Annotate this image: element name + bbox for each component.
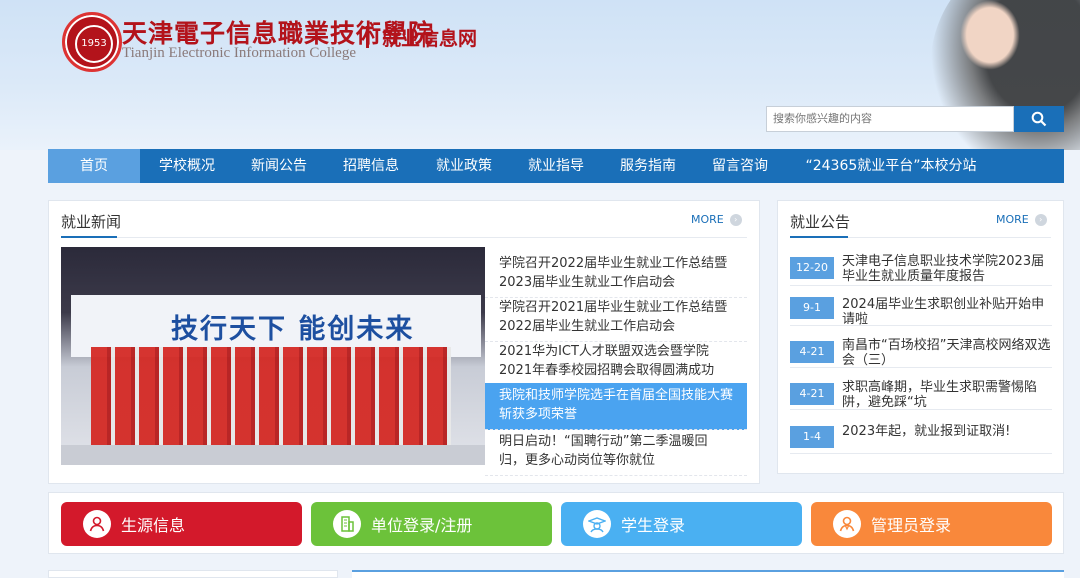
announcement-date: 1-4 bbox=[790, 426, 834, 448]
main-nav: 首页 学校概况 新闻公告 招聘信息 就业政策 就业指导 服务指南 留言咨询 “2… bbox=[48, 149, 1064, 183]
nav-recruitment[interactable]: 招聘信息 bbox=[324, 149, 418, 183]
student-source-icon bbox=[83, 510, 111, 538]
announcement-item[interactable]: 1-4 2023年起，就业报到证取消! bbox=[790, 415, 1052, 454]
search-bar bbox=[766, 106, 1064, 132]
nav-guidance[interactable]: 就业指导 bbox=[510, 149, 602, 183]
employer-login-button[interactable]: 单位登录/注册 bbox=[311, 502, 552, 546]
admin-login-button[interactable]: 管理员登录 bbox=[811, 502, 1052, 546]
bottom-panel-right bbox=[352, 570, 1064, 578]
logo-year: 1953 bbox=[75, 25, 113, 63]
bottom-panel-left bbox=[48, 570, 338, 578]
photo-banner-text: 技行天下 能创未来 bbox=[171, 314, 415, 345]
news-item[interactable]: 学院召开2022届毕业生就业工作总结暨2023届毕业生就业工作启动会 bbox=[485, 251, 747, 298]
announcement-item[interactable]: 12-20 天津电子信息职业技术学院2023届毕业生就业质量年度报告 bbox=[790, 247, 1052, 286]
announcement-panel-title: 就业公告 bbox=[790, 213, 851, 231]
announcement-more-link[interactable]: MORE › bbox=[996, 213, 1047, 226]
news-item[interactable]: 明日启动！“国聘行动”第二季温暖回归，更多心动岗位等你就位 bbox=[485, 429, 747, 476]
announcement-item[interactable]: 4-21 南昌市“百场校招”天津高校网络双选会（三） bbox=[790, 329, 1052, 368]
news-panel: 就业新闻 MORE › 技行天下 能创未来 学院召开2022届毕业生就业工作总结… bbox=[48, 200, 760, 484]
chevron-right-icon: › bbox=[1034, 213, 1047, 226]
nav-policy[interactable]: 就业政策 bbox=[418, 149, 510, 183]
announcement-text: 2024届毕业生求职创业补贴开始申请啦 bbox=[842, 297, 1045, 327]
announcement-text: 求职高峰期，毕业生求职需警惕陷阱，避免踩“坑 bbox=[842, 380, 1038, 410]
student-source-button[interactable]: 生源信息 bbox=[61, 502, 302, 546]
nav-service-guide[interactable]: 服务指南 bbox=[602, 149, 694, 183]
news-item[interactable]: 学院召开2021届毕业生就业工作总结暨2022届毕业生就业工作启动会 bbox=[485, 295, 747, 342]
college-logo[interactable]: 1953 bbox=[62, 12, 122, 72]
announcement-date: 9-1 bbox=[790, 297, 834, 319]
chevron-right-icon: › bbox=[729, 213, 742, 226]
search-input[interactable] bbox=[766, 106, 1014, 132]
news-more-link[interactable]: MORE › bbox=[691, 213, 742, 226]
announcement-item[interactable]: 9-1 2024届毕业生求职创业补贴开始申请啦 bbox=[790, 287, 1052, 327]
announcement-date: 4-21 bbox=[790, 341, 834, 363]
college-name-en: Tianjin Electronic Information College bbox=[122, 45, 356, 61]
nav-home[interactable]: 首页 bbox=[48, 149, 140, 183]
title-divider bbox=[366, 26, 369, 48]
student-login-button[interactable]: 学生登录 bbox=[561, 502, 802, 546]
announcement-date: 4-21 bbox=[790, 383, 834, 405]
nav-24365-platform[interactable]: “24365就业平台”本校分站 bbox=[786, 149, 996, 183]
graduate-icon bbox=[583, 510, 611, 538]
nav-news[interactable]: 新闻公告 bbox=[234, 149, 324, 183]
announcement-item[interactable]: 4-21 求职高峰期，毕业生求职需警惕陷阱，避免踩“坑 bbox=[790, 371, 1052, 410]
announcement-text: 南昌市“百场校招”天津高校网络双选会（三） bbox=[842, 338, 1051, 368]
search-icon bbox=[1031, 111, 1047, 127]
news-panel-title: 就业新闻 bbox=[61, 213, 122, 231]
nav-school-overview[interactable]: 学校概况 bbox=[140, 149, 234, 183]
quick-login-bar: 生源信息 单位登录/注册 学生登录 管理员登录 bbox=[48, 492, 1064, 554]
nav-consult[interactable]: 留言咨询 bbox=[694, 149, 786, 183]
news-item[interactable]: 2021华为ICT人才联盟双选会暨学院2021年春季校园招聘会取得圆满成功 bbox=[485, 339, 747, 386]
announcement-date: 12-20 bbox=[790, 257, 834, 279]
news-photo[interactable]: 技行天下 能创未来 bbox=[61, 247, 485, 465]
announcement-text: 2023年起，就业报到证取消! bbox=[842, 424, 1011, 439]
search-button[interactable] bbox=[1014, 106, 1064, 132]
admin-icon bbox=[833, 510, 861, 538]
announcement-text: 天津电子信息职业技术学院2023届毕业生就业质量年度报告 bbox=[842, 254, 1045, 284]
building-icon bbox=[333, 510, 361, 538]
news-item[interactable]: 我院和技师学院选手在首届全国技能大赛斩获多项荣誉 bbox=[485, 383, 747, 430]
site-subtitle: 就业信息网 bbox=[382, 28, 478, 50]
announcement-panel: 就业公告 MORE › 12-20 天津电子信息职业技术学院2023届毕业生就业… bbox=[777, 200, 1064, 474]
